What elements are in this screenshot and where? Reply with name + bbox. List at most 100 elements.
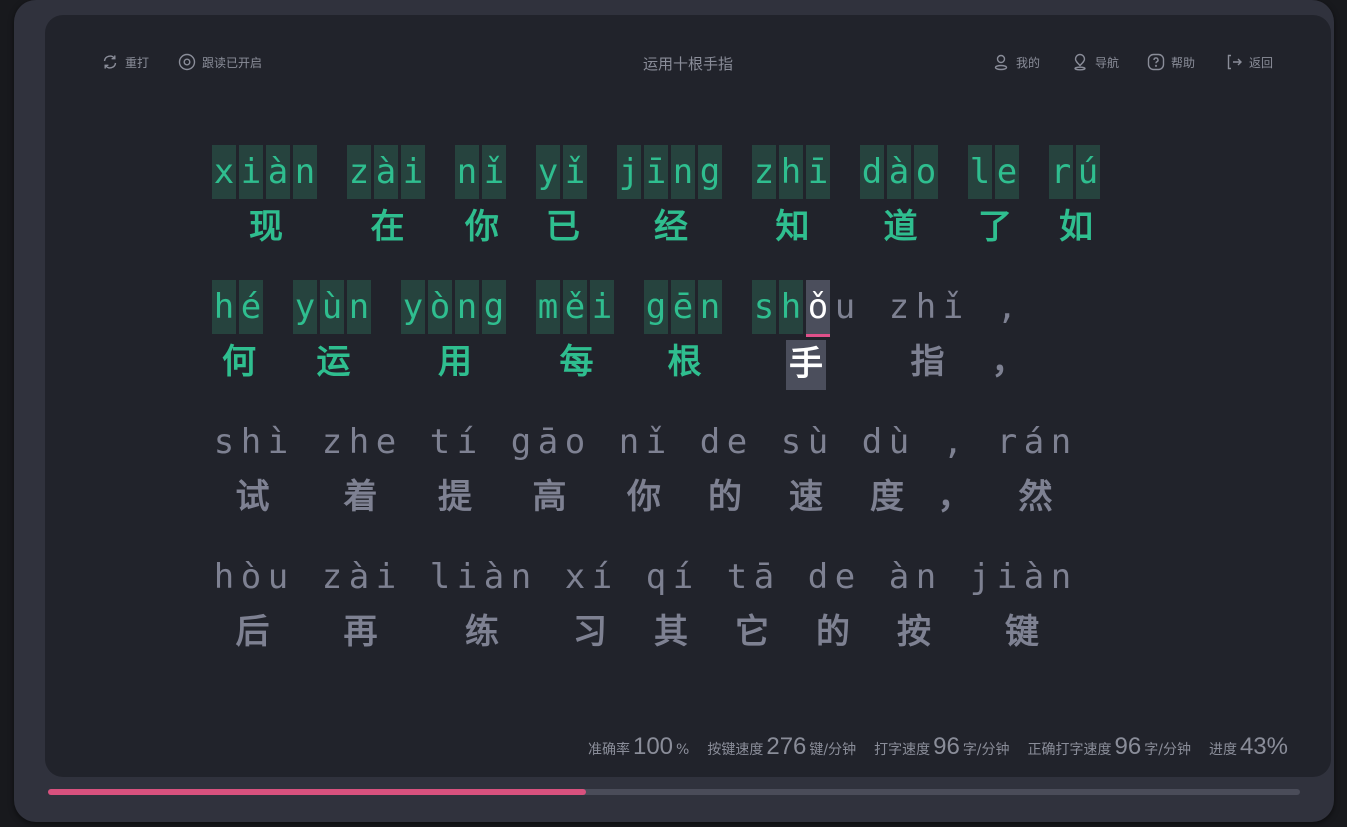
pinyin-char: z <box>347 145 371 199</box>
pinyin-row: shì zhe tí gāo nǐ de sù dù , rán <box>212 415 1076 469</box>
pinyin-char: à <box>887 145 911 199</box>
key-speed-unit: 键/分钟 <box>809 742 857 758</box>
pinyin-char: ā <box>753 557 775 597</box>
hanzi-char: 如 <box>1059 207 1093 247</box>
pinyin-char: d <box>861 422 883 462</box>
hanzi-char: 运 <box>316 342 351 382</box>
pinyin-char: d <box>807 557 829 597</box>
pinyin-char: h <box>348 422 370 462</box>
pinyin-space <box>374 280 398 334</box>
pinyin-space <box>401 550 425 604</box>
pinyin-space <box>482 415 506 469</box>
typing-panel: 重打 跟读已开启 我的 导航 帮助 返回 运用十根手指 准确率 100 % 按键… <box>45 15 1331 777</box>
pinyin-char: s <box>780 422 802 462</box>
pinyin-char: n <box>510 557 532 597</box>
pinyin-char: o <box>914 145 938 199</box>
hanzi-char: 何 <box>222 342 256 382</box>
correct-speed-value: 96 <box>1114 733 1142 760</box>
pinyin-char: ǐ <box>563 145 587 199</box>
pinyin-char: e <box>726 422 748 462</box>
type-speed-stat: 打字速度 96 字/分钟 <box>874 733 1009 761</box>
pinyin-char: à <box>888 557 910 597</box>
hanzi-char: 试 <box>235 477 270 517</box>
pinyin-char: ù <box>807 422 829 462</box>
hanzi-char: 高 <box>532 477 567 517</box>
pinyin-char: í <box>672 557 694 597</box>
key-speed-stat: 按键速度 276 键/分钟 <box>707 733 856 761</box>
pinyin-char: , <box>996 287 1018 327</box>
pinyin-char: i <box>456 557 478 597</box>
pinyin-space <box>1022 145 1046 199</box>
pinyin-char: j <box>969 557 991 597</box>
pinyin-char: e <box>375 422 397 462</box>
pinyin-char: ò <box>240 557 262 597</box>
pinyin-space <box>833 415 857 469</box>
pinyin-char: g <box>698 145 722 199</box>
accuracy-label: 准确率 <box>587 742 630 758</box>
key-speed-value: 276 <box>766 733 807 760</box>
pinyin-char: h <box>915 287 937 327</box>
pinyin-char: z <box>321 557 343 597</box>
pinyin-char: à <box>1023 557 1045 597</box>
pinyin-space <box>833 145 857 199</box>
progress-stat: 进度 43% <box>1209 733 1291 761</box>
pinyin-char: r <box>996 422 1018 462</box>
pinyin-char: ī <box>644 145 668 199</box>
pinyin-char: ě <box>563 280 587 334</box>
pinyin-char: e <box>995 145 1019 199</box>
pinyin-char: ò <box>428 280 452 334</box>
hanzi-char: 经 <box>654 207 688 247</box>
pinyin-char: z <box>888 287 910 327</box>
pinyin-char: x <box>564 557 586 597</box>
hanzi-char: ， <box>991 342 1026 382</box>
hanzi-char: 在 <box>370 207 405 247</box>
pinyin-char: u <box>267 557 289 597</box>
key-speed-label: 按键速度 <box>707 742 764 758</box>
pinyin-char: s <box>752 280 776 334</box>
pinyin-space <box>536 550 560 604</box>
pinyin-char: n <box>455 280 479 334</box>
pinyin-space <box>320 145 344 199</box>
hanzi-char: 按 <box>897 612 931 652</box>
pinyin-char: à <box>266 145 290 199</box>
accuracy-stat: 准确率 100 % <box>588 733 689 761</box>
pinyin-space <box>941 145 965 199</box>
pinyin-char: u <box>834 287 856 327</box>
hanzi-char: 的 <box>708 477 742 517</box>
pinyin-char: ù <box>888 422 910 462</box>
pinyin-space <box>590 145 614 199</box>
hanzi-char: 练 <box>465 612 499 652</box>
hanzi-char: 习 <box>573 612 607 652</box>
pinyin-row: xiàn zài nǐ yǐ jīng zhī dào le rú <box>212 145 1103 199</box>
app-frame: 重打 跟读已开启 我的 导航 帮助 返回 运用十根手指 准确率 100 % 按键… <box>14 0 1334 822</box>
hanzi-char: 的 <box>816 612 850 652</box>
pinyin-char: ā <box>537 422 559 462</box>
pinyin-char: à <box>374 145 398 199</box>
pinyin-char: y <box>293 280 317 334</box>
pinyin-space <box>266 280 290 334</box>
pinyin-char: h <box>212 280 236 334</box>
pinyin-space <box>401 415 425 469</box>
pinyin-space <box>914 415 938 469</box>
pinyin-char: n <box>915 557 937 597</box>
pinyin-char: s <box>213 422 235 462</box>
pinyin-char: à <box>348 557 370 597</box>
pinyin-char: h <box>240 422 262 462</box>
hanzi-char: 已 <box>546 207 580 247</box>
correct-speed-unit: 字/分钟 <box>1144 742 1191 758</box>
pinyin-char: ē <box>671 280 695 334</box>
hanzi-char: 手 <box>786 340 826 390</box>
pinyin-space <box>590 415 614 469</box>
lesson-title: 运用十根手指 <box>642 55 733 73</box>
pinyin-row: hé yùn yòng měi gēn shǒu zhǐ , <box>212 280 1022 337</box>
pinyin-char: ù <box>320 280 344 334</box>
pinyin-char: z <box>752 145 776 199</box>
hanzi-char: 根 <box>667 342 702 382</box>
pinyin-char: h <box>779 280 803 334</box>
pinyin-char: n <box>618 422 640 462</box>
pinyin-char: i <box>239 145 263 199</box>
pinyin-space <box>293 415 317 469</box>
hanzi-char: 你 <box>627 477 661 517</box>
pinyin-char: g <box>644 280 668 334</box>
pinyin-space <box>698 550 722 604</box>
